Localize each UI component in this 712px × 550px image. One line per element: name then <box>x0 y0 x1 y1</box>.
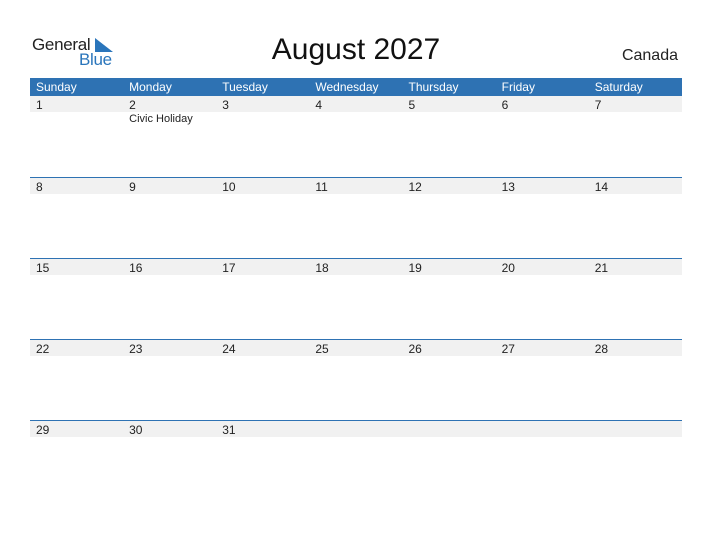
calendar-grid: Sunday Monday Tuesday Wednesday Thursday… <box>30 78 682 501</box>
day-cell: 2 Civic Holiday <box>123 96 216 125</box>
day-cell: 31 <box>216 421 309 437</box>
weekday-monday: Monday <box>129 80 172 94</box>
day-number: 31 <box>222 423 236 437</box>
day-number: 10 <box>222 180 236 194</box>
day-cell <box>589 421 682 437</box>
week-row: 29 30 31 <box>30 420 682 501</box>
day-cell: 21 <box>589 259 682 275</box>
day-cell: 7 <box>589 96 682 112</box>
day-number: 22 <box>36 342 50 356</box>
date-strip: 15 16 17 18 19 20 21 <box>30 259 682 275</box>
day-number: 4 <box>315 98 323 112</box>
week-row: 8 9 10 11 12 13 14 <box>30 177 682 258</box>
day-number: 29 <box>36 423 50 437</box>
day-cell: 23 <box>123 340 216 356</box>
day-cell <box>496 421 589 437</box>
date-strip: 8 9 10 11 12 13 14 <box>30 178 682 194</box>
day-number: 12 <box>408 180 422 194</box>
day-number: 13 <box>501 180 515 194</box>
day-cell: 3 <box>216 96 309 112</box>
week-row: 15 16 17 18 19 20 21 <box>30 258 682 339</box>
day-number: 24 <box>222 342 236 356</box>
day-number: 21 <box>594 261 609 275</box>
day-cell: 27 <box>496 340 589 356</box>
day-cell: 20 <box>496 259 589 275</box>
day-cell <box>403 421 496 437</box>
day-cell: 28 <box>589 340 682 356</box>
day-number: 14 <box>594 180 609 194</box>
day-number: 5 <box>408 98 416 112</box>
day-number: 27 <box>501 342 515 356</box>
weekday-friday: Friday <box>501 80 535 94</box>
date-strip: 29 30 31 <box>30 421 682 437</box>
day-cell: 25 <box>309 340 402 356</box>
day-cell: 14 <box>589 178 682 194</box>
day-cell: 12 <box>403 178 496 194</box>
day-number: 23 <box>129 342 143 356</box>
weekday-thursday: Thursday <box>408 80 459 94</box>
week-row: 22 23 24 25 26 27 28 <box>30 339 682 420</box>
day-cell: 30 <box>123 421 216 437</box>
day-cell: 11 <box>309 178 402 194</box>
day-cell: 13 <box>496 178 589 194</box>
day-number: 16 <box>129 261 143 275</box>
day-cell: 24 <box>216 340 309 356</box>
day-cell: 26 <box>403 340 496 356</box>
day-cell: 5 <box>403 96 496 112</box>
day-number: 18 <box>315 261 329 275</box>
day-number: 26 <box>408 342 422 356</box>
day-cell: 22 <box>30 340 123 356</box>
day-number: 9 <box>129 180 136 194</box>
date-strip: 22 23 24 25 26 27 28 <box>30 340 682 356</box>
date-strip: 1 2 Civic Holiday 3 4 5 6 7 <box>30 96 682 125</box>
day-number: 1 <box>36 98 43 112</box>
day-number: 6 <box>501 98 509 112</box>
day-number: 7 <box>594 98 602 112</box>
day-cell: 17 <box>216 259 309 275</box>
weekday-tuesday: Tuesday <box>222 80 268 94</box>
day-cell: 18 <box>309 259 402 275</box>
day-number: 30 <box>129 423 143 437</box>
holiday-event: Civic Holiday <box>129 113 193 125</box>
day-number: 15 <box>36 261 50 275</box>
day-cell: 8 <box>30 178 123 194</box>
page-title: August 2027 <box>271 33 441 66</box>
day-number: 11 <box>315 180 328 194</box>
day-number: 20 <box>501 261 515 275</box>
weekday-sunday: Sunday <box>36 80 77 94</box>
weekday-saturday: Saturday <box>594 80 643 94</box>
day-cell: 15 <box>30 259 123 275</box>
day-cell: 6 <box>496 96 589 112</box>
day-number: 28 <box>594 342 609 356</box>
day-cell: 4 <box>309 96 402 112</box>
day-cell: 1 <box>30 96 123 112</box>
day-number: 8 <box>36 180 43 194</box>
day-cell: 16 <box>123 259 216 275</box>
day-number: 19 <box>408 261 422 275</box>
weekday-wednesday: Wednesday <box>315 80 379 94</box>
weekday-header: Sunday Monday Tuesday Wednesday Thursday… <box>30 78 682 96</box>
day-number: 25 <box>315 342 329 356</box>
day-number: 2 <box>129 98 136 112</box>
day-cell: 19 <box>403 259 496 275</box>
day-cell: 10 <box>216 178 309 194</box>
day-number: 3 <box>222 98 229 112</box>
day-cell <box>309 421 402 437</box>
day-cell: 9 <box>123 178 216 194</box>
country-label: Canada <box>621 47 678 64</box>
day-cell: 29 <box>30 421 123 437</box>
week-row: 1 2 Civic Holiday 3 4 5 6 7 <box>30 96 682 177</box>
day-number: 17 <box>222 261 236 275</box>
